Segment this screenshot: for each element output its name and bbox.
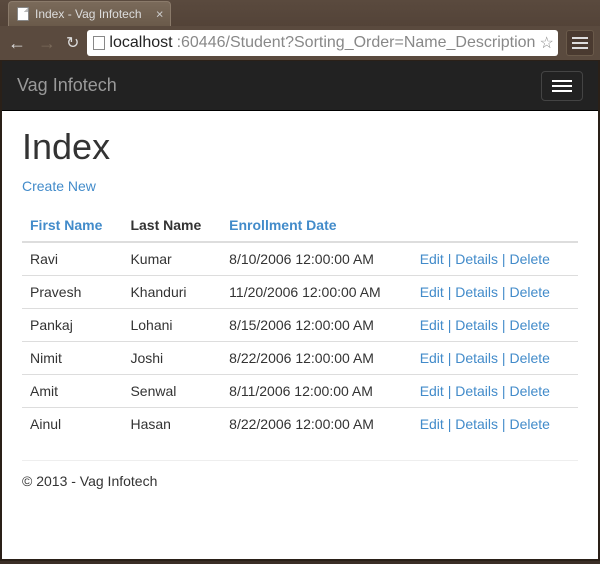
col-enrollment-date[interactable]: Enrollment Date [229, 217, 336, 233]
table-row: RaviKumar8/10/2006 12:00:00 AMEdit | Det… [22, 242, 578, 276]
details-link[interactable]: Details [455, 251, 498, 267]
navbar-brand[interactable]: Vag Infotech [17, 75, 117, 96]
browser-tab[interactable]: Index - Vag Infotech × [8, 1, 171, 26]
browser-toolbar: ← → ↻ localhost :60446/Student?Sorting_Or… [0, 26, 600, 60]
table-row: NimitJoshi8/22/2006 12:00:00 AMEdit | De… [22, 342, 578, 375]
cell-first-name: Nimit [22, 342, 122, 375]
separator: | [444, 383, 455, 399]
cell-first-name: Pankaj [22, 309, 122, 342]
site-navbar: Vag Infotech [2, 61, 598, 111]
page-icon [17, 7, 29, 21]
separator: | [444, 416, 455, 432]
cell-last-name: Hasan [122, 408, 221, 441]
browser-menu-button[interactable] [566, 30, 594, 56]
footer-divider [22, 460, 578, 461]
page-icon [93, 36, 105, 50]
details-link[interactable]: Details [455, 284, 498, 300]
cell-enrollment-date: 8/10/2006 12:00:00 AM [221, 242, 412, 276]
url-host: localhost [109, 34, 172, 52]
separator: | [444, 317, 455, 333]
table-row: PankajLohani8/15/2006 12:00:00 AMEdit | … [22, 309, 578, 342]
cell-first-name: Amit [22, 375, 122, 408]
main-container: Index Create New First Name Last Name En… [2, 111, 598, 519]
edit-link[interactable]: Edit [420, 383, 444, 399]
table-row: PraveshKhanduri11/20/2006 12:00:00 AMEdi… [22, 276, 578, 309]
cell-last-name: Joshi [122, 342, 221, 375]
cell-enrollment-date: 8/22/2006 12:00:00 AM [221, 342, 412, 375]
cell-actions: Edit | Details | Delete [412, 309, 578, 342]
cell-last-name: Kumar [122, 242, 221, 276]
navbar-toggle-button[interactable] [541, 71, 583, 101]
create-new-link[interactable]: Create New [22, 178, 96, 194]
browser-tab-bar: Index - Vag Infotech × [0, 0, 600, 26]
cell-actions: Edit | Details | Delete [412, 276, 578, 309]
page-title: Index [22, 126, 578, 168]
separator: | [444, 284, 455, 300]
col-last-name: Last Name [122, 209, 221, 242]
separator: | [498, 416, 509, 432]
edit-link[interactable]: Edit [420, 350, 444, 366]
cell-enrollment-date: 11/20/2006 12:00:00 AM [221, 276, 412, 309]
cell-enrollment-date: 8/22/2006 12:00:00 AM [221, 408, 412, 441]
details-link[interactable]: Details [455, 317, 498, 333]
edit-link[interactable]: Edit [420, 317, 444, 333]
separator: | [498, 251, 509, 267]
cell-last-name: Lohani [122, 309, 221, 342]
cell-actions: Edit | Details | Delete [412, 408, 578, 441]
back-button[interactable]: ← [6, 33, 28, 54]
page-footer: © 2013 - Vag Infotech [22, 473, 578, 504]
cell-enrollment-date: 8/11/2006 12:00:00 AM [221, 375, 412, 408]
delete-link[interactable]: Delete [509, 383, 549, 399]
cell-first-name: Ainul [22, 408, 122, 441]
delete-link[interactable]: Delete [509, 350, 549, 366]
cell-enrollment-date: 8/15/2006 12:00:00 AM [221, 309, 412, 342]
col-actions [412, 209, 578, 242]
separator: | [498, 383, 509, 399]
separator: | [444, 251, 455, 267]
cell-actions: Edit | Details | Delete [412, 242, 578, 276]
tab-title: Index - Vag Infotech [35, 7, 142, 21]
separator: | [444, 350, 455, 366]
cell-last-name: Senwal [122, 375, 221, 408]
delete-link[interactable]: Delete [509, 251, 549, 267]
details-link[interactable]: Details [455, 416, 498, 432]
separator: | [498, 317, 509, 333]
page-content: Vag Infotech Index Create New First Name… [0, 61, 600, 561]
cell-first-name: Ravi [22, 242, 122, 276]
delete-link[interactable]: Delete [509, 284, 549, 300]
col-first-name[interactable]: First Name [30, 217, 102, 233]
separator: | [498, 350, 509, 366]
delete-link[interactable]: Delete [509, 416, 549, 432]
table-row: AinulHasan8/22/2006 12:00:00 AMEdit | De… [22, 408, 578, 441]
delete-link[interactable]: Delete [509, 317, 549, 333]
reload-button[interactable]: ↻ [66, 33, 79, 53]
cell-first-name: Pravesh [22, 276, 122, 309]
bookmark-icon[interactable]: ☆ [539, 33, 553, 53]
edit-link[interactable]: Edit [420, 416, 444, 432]
details-link[interactable]: Details [455, 383, 498, 399]
browser-chrome: Index - Vag Infotech × ← → ↻ localhost :6… [0, 0, 600, 61]
students-table: First Name Last Name Enrollment Date Rav… [22, 209, 578, 440]
address-bar[interactable]: localhost :60446/Student?Sorting_Order=Na… [87, 30, 558, 56]
cell-actions: Edit | Details | Delete [412, 342, 578, 375]
table-row: AmitSenwal8/11/2006 12:00:00 AMEdit | De… [22, 375, 578, 408]
close-icon[interactable]: × [156, 8, 164, 21]
cell-actions: Edit | Details | Delete [412, 375, 578, 408]
edit-link[interactable]: Edit [420, 284, 444, 300]
separator: | [498, 284, 509, 300]
details-link[interactable]: Details [455, 350, 498, 366]
forward-button: → [36, 33, 58, 54]
edit-link[interactable]: Edit [420, 251, 444, 267]
cell-last-name: Khanduri [122, 276, 221, 309]
url-path: :60446/Student?Sorting_Order=Name_Descri… [177, 34, 536, 52]
